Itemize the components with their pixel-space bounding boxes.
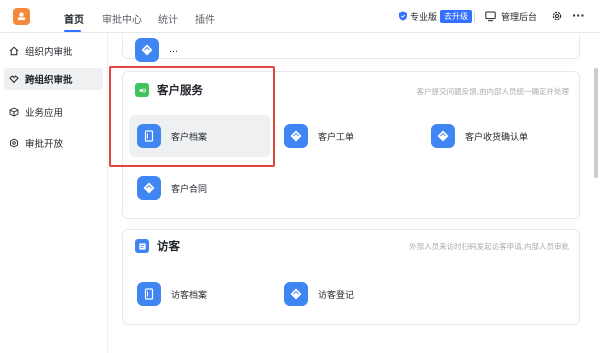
- app-logo[interactable]: [13, 8, 30, 25]
- document-stack-icon: [284, 282, 308, 306]
- scrollbar[interactable]: [594, 68, 598, 178]
- sidebar-item-approval-open[interactable]: 审批开放: [4, 132, 103, 154]
- plan-badge: 专业版 去升级: [398, 9, 473, 23]
- section-header: 访客: [135, 238, 180, 254]
- divider: [474, 11, 475, 22]
- tab-plugins[interactable]: 插件: [195, 11, 215, 26]
- app-label: 客户工单: [318, 132, 355, 143]
- tab-approval-center[interactable]: 审批中心: [102, 11, 142, 26]
- sidebar-item-business-apps[interactable]: 业务应用: [4, 101, 103, 123]
- section-card-customer-service: 客户服务 客户提交问题反馈,由内部人员统一确定并处理 客户档案 客户工单 客户收…: [122, 71, 580, 219]
- app-tile-visitor-registration[interactable]: 访客登记: [284, 273, 354, 315]
- previous-section-card: …: [122, 34, 580, 62]
- section-description: 外部人员来访时扫码发起访客申请,内部人员审批: [409, 242, 569, 251]
- app-label: 客户收货确认单: [465, 132, 529, 143]
- upgrade-button[interactable]: 去升级: [440, 9, 473, 23]
- active-tab-indicator: [64, 30, 81, 32]
- tab-statistics[interactable]: 统计: [158, 11, 178, 26]
- sidebar-item-label: 业务应用: [25, 108, 64, 119]
- home-icon: [9, 46, 19, 56]
- section-title: 客户服务: [157, 83, 203, 97]
- section-card-visitor: 访客 外部人员来访时扫码发起访客申请,内部人员审批 访客档案 访客登记: [122, 229, 580, 325]
- app-tile-visitor-profile[interactable]: 访客档案: [137, 273, 207, 315]
- partial-app-tile[interactable]: …: [135, 34, 178, 71]
- tab-home[interactable]: 首页: [64, 11, 84, 26]
- stamp-icon: [17, 12, 26, 21]
- document-stack-icon: [431, 124, 455, 148]
- sidebar-item-internal-approval[interactable]: 组织内审批: [4, 40, 103, 62]
- gear-icon[interactable]: [551, 10, 563, 22]
- sidebar-item-label: 跨组织审批: [25, 75, 73, 86]
- section-description: 客户提交问题反馈,由内部人员统一确定并处理: [416, 87, 569, 96]
- monitor-icon: [485, 11, 496, 21]
- plan-label: 专业版: [410, 12, 438, 23]
- top-bar: 首页 审批中心 统计 插件 专业版 去升级 管理后台 ···: [0, 0, 600, 33]
- app-label: 客户档案: [171, 132, 208, 143]
- shield-icon: [399, 11, 407, 21]
- app-tile-customer-ticket[interactable]: 客户工单: [284, 115, 354, 157]
- main-content: … 客户服务 客户提交问题反馈,由内部人员统一确定并处理 客户档案 客户工单 客…: [109, 34, 600, 353]
- app-label: 客户合同: [171, 184, 208, 195]
- gear-icon: [10, 138, 18, 148]
- app-tile-customer-profile[interactable]: 客户档案: [129, 115, 270, 157]
- app-tile-customer-receipt[interactable]: 客户收货确认单: [431, 115, 528, 157]
- app-label: 访客登记: [318, 290, 355, 301]
- document-stack-icon: [137, 176, 161, 200]
- app-label: 访客档案: [171, 290, 208, 301]
- section-title: 访客: [157, 239, 180, 253]
- sidebar-item-cross-org-approval[interactable]: 跨组织审批: [4, 68, 103, 90]
- sidebar-item-label: 审批开放: [25, 139, 64, 150]
- app-label: …: [169, 45, 178, 55]
- id-card-icon: [135, 239, 149, 253]
- app-tile-customer-contract[interactable]: 客户合同: [137, 167, 207, 209]
- admin-console-label: 管理后台: [501, 12, 538, 23]
- section-header: 客户服务: [135, 82, 203, 98]
- admin-console-link[interactable]: 管理后台: [485, 9, 537, 23]
- file-folder-icon: [137, 124, 161, 148]
- file-folder-icon: [137, 282, 161, 306]
- sidebar-item-label: 组织内审批: [25, 47, 73, 58]
- document-stack-icon: [284, 124, 308, 148]
- cube-icon: [9, 107, 19, 117]
- chat-icon: [135, 83, 149, 97]
- sidebar: 组织内审批 跨组织审批 业务应用 审批开放: [0, 34, 108, 353]
- handshake-icon: [9, 75, 19, 84]
- document-stack-icon: [135, 38, 159, 62]
- more-icon[interactable]: ···: [572, 10, 585, 21]
